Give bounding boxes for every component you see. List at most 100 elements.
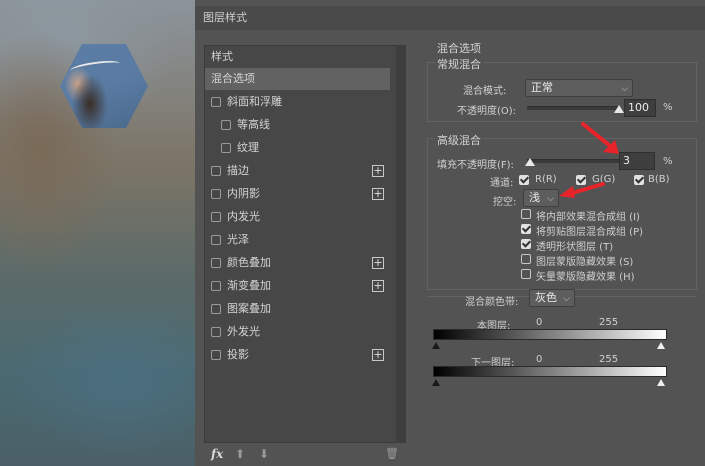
style-item-7[interactable]: 内发光 — [205, 206, 390, 228]
style-checkbox[interactable] — [211, 304, 221, 314]
channel-r-label: R(R) — [535, 174, 557, 185]
chevron-down-icon: ⌵ — [563, 294, 570, 304]
style-checkbox[interactable] — [211, 350, 221, 360]
styles-scrollbar[interactable] — [396, 45, 406, 443]
fill-opacity-label: 填充不透明度(F): — [437, 160, 514, 171]
this-layer-max: 255 — [599, 317, 619, 328]
style-item-3[interactable]: 等高线 — [205, 114, 390, 136]
advanced-option-checkbox[interactable] — [521, 254, 531, 264]
canvas-background — [0, 0, 200, 466]
trash-icon[interactable]: 🗑 — [385, 447, 399, 460]
underlying-layer-black-thumb[interactable] — [432, 379, 440, 386]
dialog-title[interactable]: 图层样式 — [195, 6, 705, 30]
chevron-down-icon: ⌵ — [547, 194, 554, 204]
style-item-10[interactable]: 渐变叠加 + — [205, 275, 390, 297]
channel-b-label: B(B) — [648, 174, 670, 185]
style-item-12[interactable]: 外发光 — [205, 321, 390, 343]
style-item-label: 斜面和浮雕 — [227, 95, 282, 108]
style-checkbox[interactable] — [211, 281, 221, 291]
style-item-11[interactable]: 图案叠加 — [205, 298, 390, 320]
style-checkbox[interactable] — [211, 166, 221, 176]
style-item-13[interactable]: 投影 + — [205, 344, 390, 366]
blend-options-title: 混合选项 — [437, 42, 481, 55]
fill-opacity-slider-thumb[interactable] — [524, 158, 535, 166]
add-style-icon[interactable]: + — [372, 257, 384, 269]
style-item-label: 内发光 — [227, 210, 260, 223]
this-layer-gradient — [433, 329, 667, 340]
advanced-option-checkbox[interactable] — [521, 269, 531, 279]
style-checkbox[interactable] — [211, 327, 221, 337]
channel-b-checkbox[interactable] — [634, 175, 644, 185]
knockout-select[interactable]: 浅 ⌵ — [523, 189, 559, 207]
opacity-unit: % — [663, 102, 673, 113]
style-item-5[interactable]: 描边 + — [205, 160, 390, 182]
advanced-option-label: 将剪贴图层混合成组 (P) — [536, 227, 644, 238]
style-item-label: 混合选项 — [211, 72, 255, 85]
this-layer-white-thumb[interactable] — [657, 342, 665, 349]
style-item-label: 图案叠加 — [227, 302, 271, 315]
add-style-icon[interactable]: + — [372, 165, 384, 177]
advanced-option-label: 图层蒙版隐藏效果 (S) — [536, 257, 634, 268]
style-item-2[interactable]: 斜面和浮雕 — [205, 91, 390, 113]
add-style-icon[interactable]: + — [372, 280, 384, 292]
annotation-arrow-knockout — [559, 182, 605, 198]
channels-label: 通道: — [490, 178, 514, 189]
style-checkbox[interactable] — [211, 97, 221, 107]
style-checkbox[interactable] — [211, 258, 221, 268]
style-item-label: 投影 — [227, 348, 249, 361]
layer-style-dialog: 图层样式 样式 混合选项 斜面和浮雕 等高线 纹理 描边 + 内阴影 + 内发光 光泽 颜色叠加 + 渐… — [195, 0, 705, 466]
underlying-layer-max: 255 — [599, 354, 619, 365]
styles-header[interactable]: 样式 — [205, 46, 390, 68]
style-item-4[interactable]: 纹理 — [205, 137, 390, 159]
opacity-slider-thumb[interactable] — [614, 105, 624, 113]
blend-mode-label: 混合模式: — [463, 86, 507, 97]
style-item-label: 外发光 — [227, 325, 260, 338]
general-blending-title: 常规混合 — [435, 56, 483, 72]
advanced-option-checkbox[interactable] — [521, 224, 531, 234]
this-layer-black-thumb[interactable] — [432, 342, 440, 349]
this-layer-min: 0 — [536, 317, 543, 328]
move-up-icon[interactable]: ⬆ — [235, 447, 245, 461]
underlying-layer-white-thumb[interactable] — [657, 379, 665, 386]
style-item-8[interactable]: 光泽 — [205, 229, 390, 251]
add-style-icon[interactable]: + — [372, 349, 384, 361]
style-checkbox[interactable] — [211, 235, 221, 245]
annotation-arrow-fill — [581, 122, 619, 154]
blend-options-panel: 混合选项 常规混合 混合模式: 正常 ⌵ 不透明度(O): 100 % 高级混合… — [419, 36, 705, 466]
advanced-option-checkbox[interactable] — [521, 209, 531, 219]
advanced-blending-title: 高级混合 — [435, 132, 483, 148]
style-item-label: 内阴影 — [227, 187, 260, 200]
underlying-layer-gradient — [433, 366, 667, 377]
style-item-label: 描边 — [227, 164, 249, 177]
underlying-layer-min: 0 — [536, 354, 543, 365]
advanced-option-label: 透明形状图层 (T) — [536, 242, 614, 253]
advanced-option-label: 矢量蒙版隐藏效果 (H) — [536, 272, 635, 283]
move-down-icon[interactable]: ⬇ — [259, 447, 269, 461]
style-item-1[interactable]: 混合选项 — [205, 68, 390, 90]
channel-r-checkbox[interactable] — [519, 175, 529, 185]
blend-if-label: 混合颜色带: — [465, 297, 519, 308]
style-checkbox[interactable] — [221, 120, 231, 130]
style-checkbox[interactable] — [221, 143, 231, 153]
style-item-label: 纹理 — [237, 141, 259, 154]
advanced-option-label: 将内部效果混合成组 (I) — [536, 212, 640, 223]
knockout-label: 挖空: — [493, 197, 517, 208]
add-style-icon[interactable]: + — [372, 188, 384, 200]
style-checkbox[interactable] — [211, 189, 221, 199]
style-item-label: 渐变叠加 — [227, 279, 271, 292]
advanced-option-checkbox[interactable] — [521, 239, 531, 249]
style-checkbox[interactable] — [211, 212, 221, 222]
blend-mode-select[interactable]: 正常 ⌵ — [525, 79, 633, 97]
blend-if-select[interactable]: 灰色 ⌵ — [529, 289, 575, 307]
style-item-6[interactable]: 内阴影 + — [205, 183, 390, 205]
opacity-input[interactable]: 100 — [624, 99, 656, 117]
style-item-label: 颜色叠加 — [227, 256, 271, 269]
fx-icon[interactable]: fx — [211, 447, 223, 461]
opacity-label: 不透明度(O): — [457, 106, 517, 117]
style-item-9[interactable]: 颜色叠加 + — [205, 252, 390, 274]
opacity-slider[interactable] — [527, 106, 619, 110]
style-item-label: 光泽 — [227, 233, 249, 246]
fill-opacity-unit: % — [663, 156, 673, 167]
style-item-label: 等高线 — [237, 118, 270, 131]
chevron-down-icon: ⌵ — [621, 84, 628, 94]
